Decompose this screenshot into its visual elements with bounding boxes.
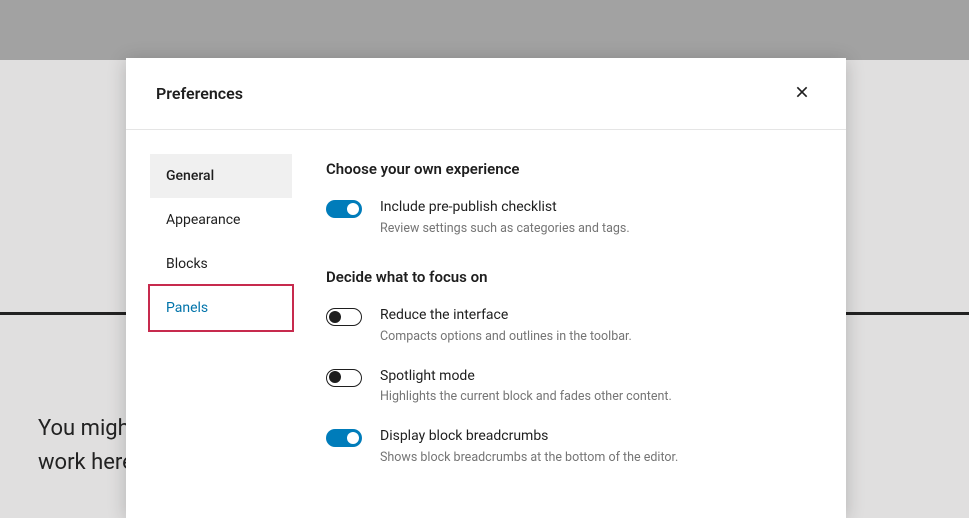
option-description: Shows block breadcrumbs at the bottom of… [380,449,678,468]
background-header-bar [0,0,969,60]
tabs-nav: General Appearance Blocks Panels [126,130,306,518]
background-text-line-2: work here [38,446,134,480]
option-text: Spotlight mode Highlights the current bl… [380,367,672,407]
toggle-reduce-interface[interactable] [326,308,362,326]
option-text: Include pre-publish checklist Review set… [380,198,630,238]
option-label: Display block breadcrumbs [380,427,678,447]
section-heading-focus: Decide what to focus on [326,268,806,286]
option-reduce-interface: Reduce the interface Compacts options an… [326,306,806,346]
toggle-pre-publish[interactable] [326,200,362,218]
toggle-block-breadcrumbs[interactable] [326,429,362,447]
section-heading-experience: Choose your own experience [326,160,806,178]
modal-title: Preferences [156,84,243,103]
tab-blocks[interactable]: Blocks [150,242,292,286]
background-text-line-1: You migh [38,412,134,446]
modal-header: Preferences [126,58,846,130]
modal-body: General Appearance Blocks Panels Choose … [126,130,846,518]
option-label: Reduce the interface [380,306,632,326]
tab-appearance[interactable]: Appearance [150,198,292,242]
option-block-breadcrumbs: Display block breadcrumbs Shows block br… [326,427,806,467]
background-text: You migh work here [38,412,134,480]
close-icon [794,84,810,103]
option-label: Spotlight mode [380,367,672,387]
preferences-modal: Preferences General Appearance Blocks Pa… [126,58,846,518]
option-description: Compacts options and outlines in the too… [380,328,632,347]
option-spotlight-mode: Spotlight mode Highlights the current bl… [326,367,806,407]
close-button[interactable] [788,78,816,109]
option-pre-publish: Include pre-publish checklist Review set… [326,198,806,238]
option-text: Display block breadcrumbs Shows block br… [380,427,678,467]
tab-content: Choose your own experience Include pre-p… [306,130,846,518]
option-description: Highlights the current block and fades o… [380,388,672,407]
option-label: Include pre-publish checklist [380,198,630,218]
toggle-spotlight-mode[interactable] [326,369,362,387]
tab-panels[interactable]: Panels [150,286,292,330]
option-text: Reduce the interface Compacts options an… [380,306,632,346]
tab-general[interactable]: General [150,154,292,198]
option-description: Review settings such as categories and t… [380,220,630,239]
